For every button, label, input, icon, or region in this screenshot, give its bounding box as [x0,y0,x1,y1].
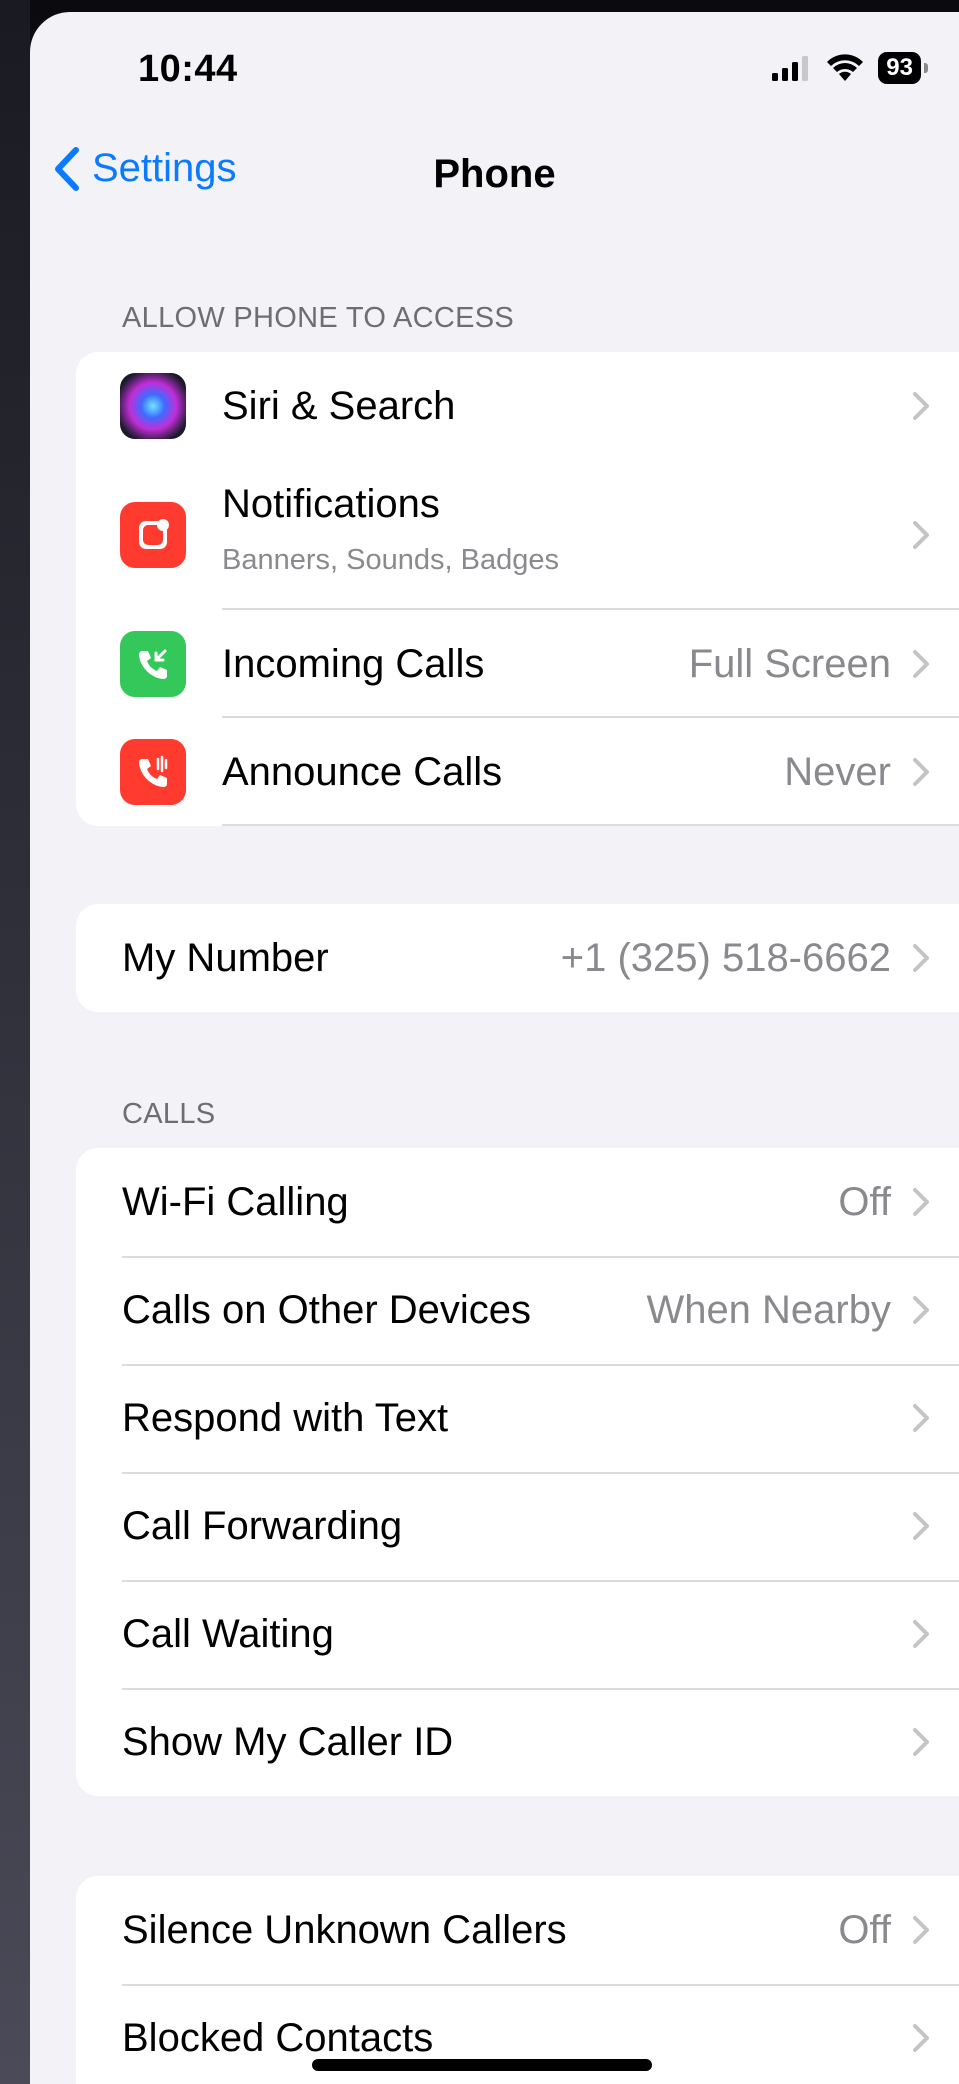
phone-settings-screen: 10:44 93 Settings Phone ALLOW PHONE TO A… [30,12,959,2084]
my-number-group: My Number +1 (325) 518-6662 [76,904,959,1012]
calls-other-devices-row[interactable]: Calls on Other Devices When Nearby [76,1256,959,1364]
chevron-right-icon [913,1188,929,1216]
show-caller-id-row[interactable]: Show My Caller ID [76,1688,959,1796]
chevron-right-icon [913,758,929,786]
row-label: My Number [122,935,329,980]
chevron-right-icon [913,1620,929,1648]
notifications-row[interactable]: Notifications Banners, Sounds, Badges [76,460,959,610]
siri-search-row[interactable]: Siri & Search [76,352,959,460]
row-label: Announce Calls [222,749,503,794]
incoming-calls-row[interactable]: Incoming Calls Full Screen [76,610,959,718]
battery-icon: 93 [878,52,928,84]
chevron-right-icon [913,521,929,549]
row-value: +1 (325) 518-6662 [560,935,891,980]
row-value: Off [838,1179,891,1224]
divider [122,1580,959,1582]
divider [122,1984,959,1986]
calls-group: Wi-Fi Calling Off Calls on Other Devices… [76,1148,959,1796]
announce-calls-row[interactable]: Announce Calls Never [76,718,959,826]
divider [122,1364,959,1366]
row-label: Notifications [222,482,440,526]
section-header-calls: CALLS [122,1098,216,1130]
row-label: Siri & Search [222,383,456,428]
chevron-right-icon [913,650,929,678]
wifi-icon [827,54,864,81]
row-value: Full Screen [688,641,891,686]
row-label: Show My Caller ID [122,1719,454,1764]
blocking-group: Silence Unknown Callers Off Blocked Cont… [76,1876,959,2084]
row-label: Silence Unknown Callers [122,1907,567,1952]
row-label: Call Waiting [122,1611,334,1656]
wifi-calling-row[interactable]: Wi-Fi Calling Off [76,1148,959,1256]
incoming-calls-icon [120,631,186,697]
divider [122,1256,959,1258]
siri-icon [120,373,186,439]
chevron-right-icon [913,392,929,420]
respond-with-text-row[interactable]: Respond with Text [76,1364,959,1472]
call-forwarding-row[interactable]: Call Forwarding [76,1472,959,1580]
section-header-access: ALLOW PHONE TO ACCESS [122,302,515,334]
access-group: Siri & Search Notifications Banners, Sou… [76,352,959,826]
row-label: Blocked Contacts [122,2015,434,2060]
silence-unknown-callers-row[interactable]: Silence Unknown Callers Off [76,1876,959,1984]
row-label: Calls on Other Devices [122,1287,532,1332]
my-number-row[interactable]: My Number +1 (325) 518-6662 [76,904,959,1012]
signal-icon [772,56,809,81]
row-label: Call Forwarding [122,1503,403,1548]
call-waiting-row[interactable]: Call Waiting [76,1580,959,1688]
announce-calls-icon [120,739,186,805]
divider [222,824,959,826]
row-label: Incoming Calls [222,641,485,686]
divider [122,1688,959,1690]
chevron-right-icon [913,1512,929,1540]
notifications-icon [120,502,186,568]
row-value: Never [784,749,891,794]
chevron-right-icon [913,1728,929,1756]
chevron-right-icon [913,944,929,972]
status-icons: 93 [772,52,928,84]
chevron-right-icon [913,1296,929,1324]
status-bar: 10:44 93 [30,12,959,122]
row-label: Wi-Fi Calling [122,1179,349,1224]
chevron-right-icon [913,2024,929,2052]
row-sublabel: Banners, Sounds, Badges [222,544,559,576]
status-time: 10:44 [138,48,238,90]
row-value: When Nearby [646,1287,891,1332]
divider [122,1472,959,1474]
row-value: Off [838,1907,891,1952]
page-title: Phone [433,152,556,196]
wallpaper-edge [0,0,30,2084]
home-indicator[interactable] [312,2059,652,2071]
chevron-right-icon [913,1916,929,1944]
chevron-right-icon [913,1404,929,1432]
row-label: Respond with Text [122,1395,449,1440]
